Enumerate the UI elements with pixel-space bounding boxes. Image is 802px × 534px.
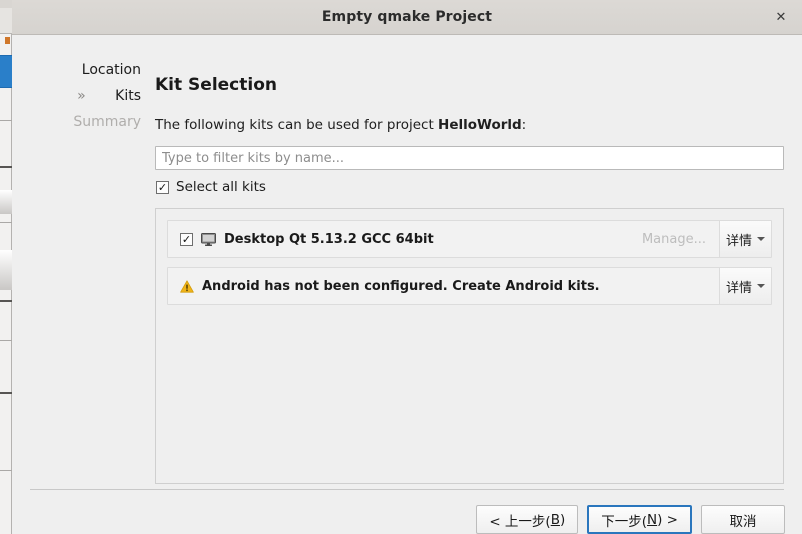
- kit-list: ✓ Desktop Qt 5.13.2 GCC 64bit Manage... …: [155, 208, 784, 484]
- cancel-button[interactable]: 取消: [701, 505, 785, 534]
- select-all-kits-row[interactable]: ✓ Select all kits: [156, 179, 784, 195]
- kit-item-main[interactable]: ✓ Desktop Qt 5.13.2 GCC 64bit: [168, 221, 642, 257]
- back-button-post: ): [559, 511, 566, 528]
- intro-suffix: :: [521, 117, 527, 133]
- step-arrow-icon: [35, 115, 61, 129]
- sidebar-item-kits[interactable]: » Kits: [77, 88, 155, 104]
- background-marker-icon: [5, 37, 10, 44]
- dialog-body: Location » Kits Summary Kit Selection Th…: [12, 35, 802, 489]
- wizard-page-content: Kit Selection The following kits can be …: [155, 35, 802, 489]
- dialog-footer: < 上一步(B) 下一步(N) > 取消: [12, 489, 802, 534]
- desktop-monitor-icon: [201, 232, 216, 246]
- chevron-down-icon: [757, 284, 765, 288]
- sidebar-item-location[interactable]: Location: [82, 62, 155, 78]
- next-button-mnemonic: N: [647, 511, 658, 528]
- background-titlebar-sliver: [0, 0, 12, 8]
- page-title: Kit Selection: [155, 75, 277, 95]
- next-button[interactable]: 下一步(N) >: [587, 505, 692, 534]
- background-panel-sliver: [0, 190, 12, 214]
- empty-qmake-project-dialog: Empty qmake Project ✕ Location » Kits Su…: [12, 0, 802, 534]
- sidebar-item-label: Kits: [115, 88, 141, 104]
- sidebar-item-summary: Summary: [73, 114, 155, 130]
- background-selected-item-sliver: [0, 55, 12, 88]
- background-divider: [0, 222, 12, 223]
- kit-manage-link: Manage...: [641, 231, 706, 247]
- kit-manage-link: [706, 268, 719, 304]
- close-icon[interactable]: ✕: [770, 6, 792, 28]
- step-arrow-icon: »: [77, 88, 86, 104]
- chevron-down-icon: [757, 237, 765, 241]
- background-divider: [0, 300, 12, 302]
- background-tabstrip-sliver: [0, 8, 12, 34]
- intro-text: The following kits can be used for proje…: [155, 117, 784, 133]
- background-window-sliver: [0, 0, 12, 534]
- select-all-kits-checkbox[interactable]: ✓: [156, 180, 169, 194]
- background-divider: [0, 166, 12, 168]
- intro-prefix: The following kits can be used for proje…: [155, 117, 439, 133]
- kit-item-label: Desktop Qt 5.13.2 GCC 64bit: [224, 231, 434, 247]
- select-all-kits-label: Select all kits: [176, 179, 266, 195]
- project-name: HelloWorld: [438, 117, 522, 133]
- background-panel-sliver: [0, 250, 12, 290]
- background-divider: [0, 392, 12, 394]
- footer-button-bar: < 上一步(B) 下一步(N) > 取消: [28, 490, 786, 534]
- kit-list-item[interactable]: Android has not been configured. Create …: [167, 267, 772, 305]
- sidebar-item-label: Summary: [73, 114, 141, 130]
- wizard-step-sidebar: Location » Kits Summary: [12, 35, 155, 489]
- sidebar-item-label: Location: [81, 62, 141, 78]
- back-button-mnemonic: B: [550, 511, 560, 528]
- dialog-titlebar: Empty qmake Project ✕: [12, 0, 802, 35]
- kit-list-item[interactable]: ✓ Desktop Qt 5.13.2 GCC 64bit Manage... …: [167, 220, 772, 258]
- kit-checkbox[interactable]: ✓: [180, 232, 193, 246]
- kit-details-button[interactable]: 详情: [719, 268, 771, 304]
- kit-details-button[interactable]: 详情: [719, 221, 771, 257]
- dialog-title: Empty qmake Project: [321, 9, 493, 25]
- step-arrow-icon: [44, 63, 70, 77]
- background-divider: [0, 470, 12, 471]
- back-button[interactable]: < 上一步(B): [476, 505, 579, 534]
- kit-details-label: 详情: [725, 280, 752, 296]
- kit-details-label: 详情: [725, 233, 752, 249]
- next-button-post: ) >: [657, 511, 678, 528]
- background-divider: [0, 120, 12, 121]
- kit-item-label: Android has not been configured. Create …: [202, 278, 600, 294]
- background-divider: [0, 340, 12, 341]
- warning-triangle-icon: [180, 279, 194, 293]
- kit-item-main[interactable]: Android has not been configured. Create …: [168, 268, 706, 304]
- kit-filter-input[interactable]: [155, 146, 784, 170]
- back-button-pre: < 上一步(: [489, 513, 551, 530]
- next-button-pre: 下一步(: [601, 513, 648, 530]
